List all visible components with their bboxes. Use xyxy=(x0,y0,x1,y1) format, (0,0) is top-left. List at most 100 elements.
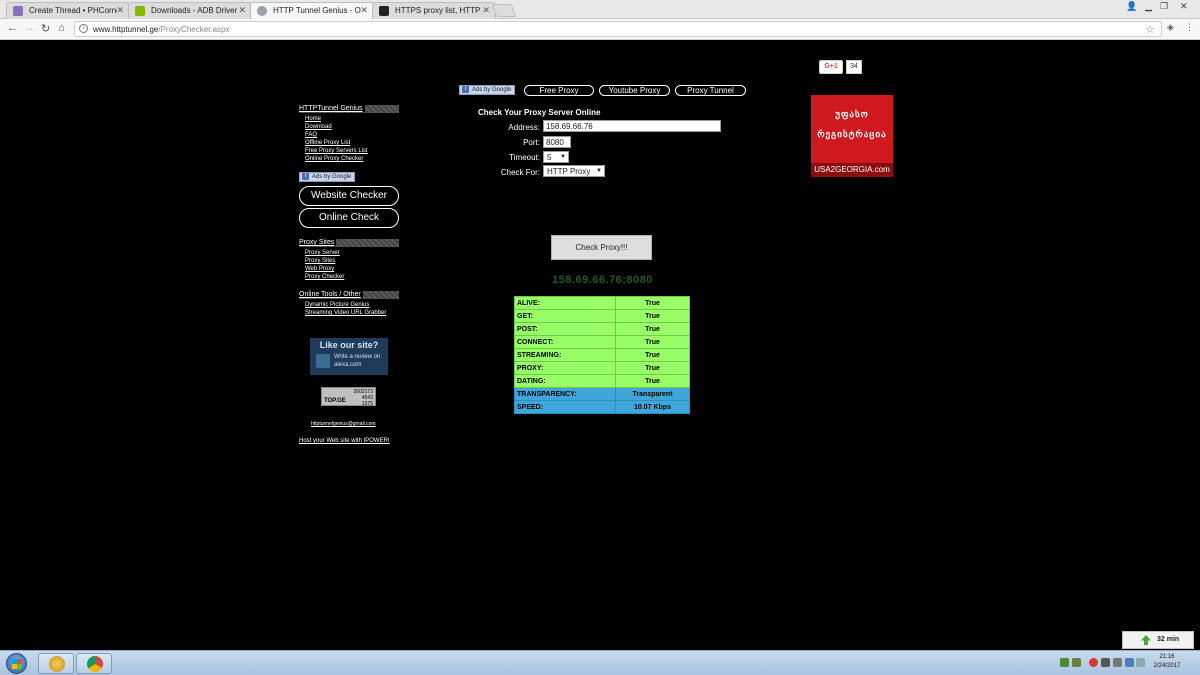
ad-line-2: რეგისტრაცია xyxy=(817,129,887,139)
address-bar[interactable]: i www.httptunnel.ge/ProxyChecker.aspx ☆ xyxy=(74,21,1162,37)
port-label: Port: xyxy=(523,138,540,147)
user-icon[interactable]: 👤 xyxy=(1126,1,1137,12)
back-icon[interactable]: ← xyxy=(7,22,18,34)
website-checker-button[interactable]: Website Checker xyxy=(299,186,399,206)
contact-email-link[interactable]: httptunnelgenius@gmail.com xyxy=(311,421,376,427)
section-header-online-tools[interactable]: Online Tools / Other xyxy=(299,291,403,299)
url-host: www.httptunnel.ge xyxy=(93,25,159,34)
tab-create-thread[interactable]: Create Thread • PHCorner ✕ xyxy=(6,2,130,19)
tab-http-tunnel[interactable]: HTTP Tunnel Genius - Online ✕ xyxy=(250,2,374,19)
screen: Create Thread • PHCorner ✕ Downloads - A… xyxy=(0,0,1200,675)
restore-icon[interactable]: ❐ xyxy=(1160,1,1168,12)
port-input[interactable]: 8080 xyxy=(543,136,571,148)
taskbar-clock[interactable]: 21:16 2/24/2017 xyxy=(1146,653,1188,671)
close-tab-icon[interactable]: ✕ xyxy=(360,5,368,16)
minimize-icon[interactable]: ▁ xyxy=(1145,1,1152,12)
home-icon[interactable]: ⌂ xyxy=(58,22,65,34)
section-header-httptunnel[interactable]: HTTPTunnel Genius xyxy=(299,105,403,113)
download-notification[interactable]: 32 min xyxy=(1122,631,1194,649)
sidebar: HTTPTunnel Genius Home Download FAQ Offl… xyxy=(299,105,403,163)
tray-volume-icon[interactable] xyxy=(1136,658,1145,667)
ad-url: USA2GEORGIA.com xyxy=(811,163,893,177)
tab-downloads[interactable]: Downloads - ADB Driver ✕ xyxy=(128,2,252,19)
results-table: ALIVE: True GET: True POST: True CONNECT: True S… xyxy=(514,296,690,414)
tray-network-icon[interactable] xyxy=(1101,658,1110,667)
sidebar-link-download[interactable]: Download xyxy=(305,123,403,131)
online-check-button[interactable]: Online Check xyxy=(299,208,399,228)
sidebar-link-web-proxy[interactable]: Web Proxy xyxy=(305,265,403,273)
result-label: STREAMING: xyxy=(514,348,616,362)
phcorner-favicon-icon xyxy=(13,6,23,16)
forward-icon[interactable]: → xyxy=(24,22,35,34)
result-row: DATING: True xyxy=(514,374,690,388)
extension-icon[interactable]: ◈ xyxy=(1167,22,1174,33)
tray-shield-icon[interactable] xyxy=(1072,658,1081,667)
ads-by-google-top[interactable]: Ads by Google xyxy=(459,85,516,95)
section-header-proxy-sites[interactable]: Proxy Sites xyxy=(299,239,403,247)
tray-record-icon[interactable] xyxy=(1089,658,1098,667)
sidebar-link-proxy-checker[interactable]: Proxy Checker xyxy=(305,273,403,281)
result-label: ALIVE: xyxy=(514,296,616,310)
topge-counter[interactable]: 2602173 4543 1575 TOP.GE xyxy=(321,387,376,407)
sidebar-link-home[interactable]: Home xyxy=(305,115,403,123)
sidebar-link-online-proxy-checker[interactable]: Online Proxy Checker xyxy=(305,155,403,163)
sidebar-link-free-proxy-servers[interactable]: Free Proxy Servers List xyxy=(305,147,403,155)
bookmark-star-icon[interactable]: ☆ xyxy=(1145,23,1155,36)
topge-numbers: 2602173 4543 1575 xyxy=(354,389,373,407)
tab-label: HTTPS proxy list, HTTP proxy xyxy=(395,6,483,15)
taskbar: 21:16 2/24/2017 xyxy=(0,650,1200,675)
tray-monitor-icon[interactable] xyxy=(1113,658,1122,667)
result-label: PROXY: xyxy=(514,361,616,375)
topge-label: TOP.GE xyxy=(324,398,346,404)
close-tab-icon[interactable]: ✕ xyxy=(116,5,124,16)
sidebar-link-proxy-server[interactable]: Proxy Server xyxy=(305,249,403,257)
checkfor-select[interactable]: HTTP Proxy ▼ xyxy=(543,165,605,177)
gplus-button[interactable]: G+1 xyxy=(819,60,843,74)
free-proxy-link[interactable]: Free Proxy xyxy=(524,85,594,96)
new-tab-button[interactable] xyxy=(491,4,517,17)
ads-by-google-sidebar[interactable]: Ads by Google xyxy=(299,172,356,182)
checkfor-value: HTTP Proxy xyxy=(547,167,591,176)
host-with-ipower-link[interactable]: Host your Web site with IPOWER! xyxy=(299,438,390,444)
sidebar-online-tools: Online Tools / Other Dynamic Picture Gen… xyxy=(299,291,403,317)
close-tab-icon[interactable]: ✕ xyxy=(238,5,246,16)
sidebar-link-offline-proxy-list[interactable]: Offline Proxy List xyxy=(305,139,403,147)
chrome-icon xyxy=(87,656,103,672)
sidebar-link-proxy-sites[interactable]: Proxy Sites xyxy=(305,257,403,265)
sidebar-link-dynamic-picture[interactable]: Dynamic Picture Genius xyxy=(305,301,403,309)
taskbar-chrome[interactable] xyxy=(76,653,112,674)
sidebar-link-video-url-grabber[interactable]: Streaming Video URL Grabber xyxy=(305,309,403,317)
youtube-proxy-link[interactable]: Youtube Proxy xyxy=(599,85,670,96)
adb-favicon-icon xyxy=(135,6,145,16)
close-window-icon[interactable]: ✕ xyxy=(1180,1,1188,12)
proxy-tunnel-link[interactable]: Proxy Tunnel xyxy=(675,85,746,96)
address-label: Address: xyxy=(508,123,540,132)
start-button[interactable] xyxy=(6,653,27,674)
timeout-select[interactable]: 5 ▼ xyxy=(543,151,569,163)
alexa-review-badge[interactable]: Like our site? Write a review on alexa.c… xyxy=(310,338,388,375)
tab-https-proxy[interactable]: HTTPS proxy list, HTTP proxy ✕ xyxy=(372,2,496,19)
browser-toolbar: ← → ↻ ⌂ i www.httptunnel.ge/ProxyChecker… xyxy=(0,19,1200,40)
result-row: CONNECT: True xyxy=(514,335,690,349)
tray-flag-icon[interactable] xyxy=(1125,658,1134,667)
sidebar-link-faq[interactable]: FAQ xyxy=(305,131,403,139)
usa2georgia-ad[interactable]: უფასო რეგისტრაცია USA2GEORGIA.com xyxy=(811,95,893,177)
check-proxy-button[interactable]: Check Proxy!!! xyxy=(551,235,652,260)
reload-icon[interactable]: ↻ xyxy=(41,22,50,35)
result-proxy-address: 158.69.66.76:8080 xyxy=(552,274,653,286)
address-input[interactable]: 158.69.66.76 xyxy=(543,120,721,132)
clock-date: 2/24/2017 xyxy=(1153,663,1181,669)
result-value: True xyxy=(615,309,690,323)
clock-time: 21:16 xyxy=(1159,654,1175,660)
info-icon[interactable]: i xyxy=(79,24,88,33)
tray-app-icon[interactable] xyxy=(1060,658,1069,667)
result-label: SPEED: xyxy=(514,400,616,414)
ad-line-1: უფასო xyxy=(835,109,869,119)
timeout-value: 5 xyxy=(547,153,552,162)
result-value: True xyxy=(615,348,690,362)
taskbar-explorer[interactable] xyxy=(38,653,74,674)
close-tab-icon[interactable]: ✕ xyxy=(482,5,490,16)
result-label: TRANSPARENCY: xyxy=(514,387,616,401)
menu-icon[interactable]: ⋮ xyxy=(1185,22,1194,33)
proxy-list-favicon-icon xyxy=(379,6,389,16)
